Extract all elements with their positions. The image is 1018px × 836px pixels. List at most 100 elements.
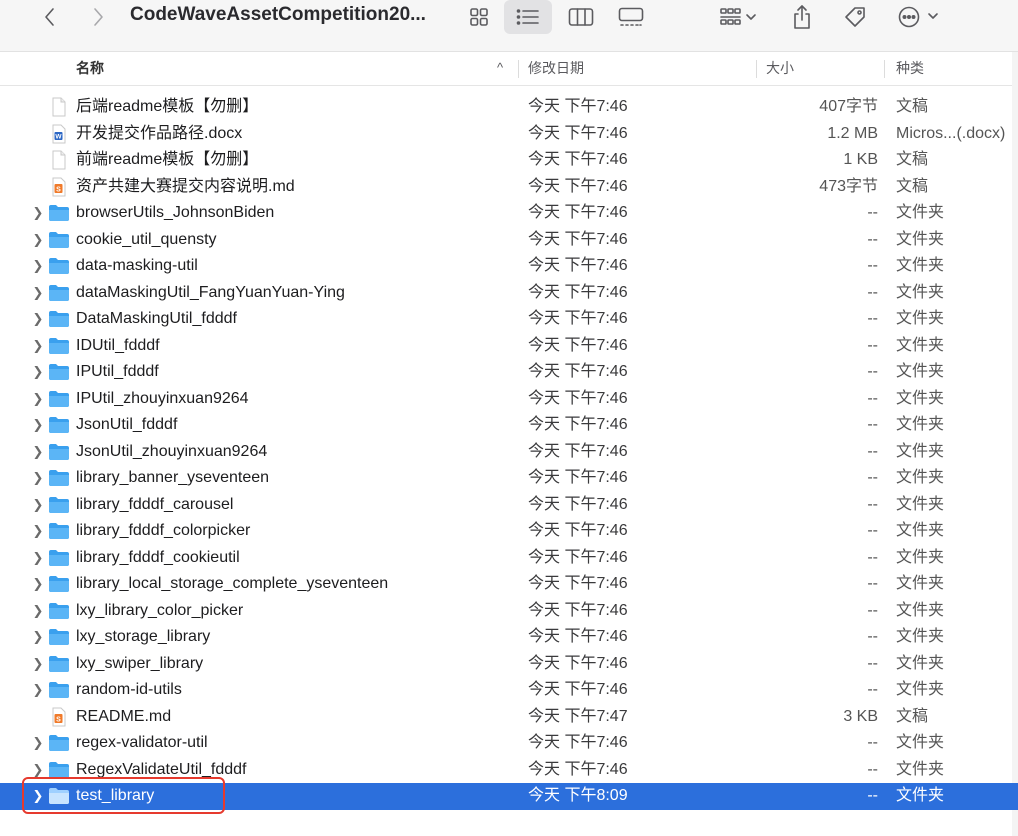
file-size: -- (867, 363, 878, 380)
disclosure-chevron-icon[interactable]: ❯ (32, 571, 44, 598)
disclosure-chevron-icon[interactable]: ❯ (32, 386, 44, 413)
file-row[interactable]: ❯ random-id-utils 今天 下午7:46 -- 文件夹 (0, 677, 1018, 704)
disclosure-chevron-icon[interactable]: ❯ (32, 624, 44, 651)
disclosure-chevron-icon[interactable]: ❯ (32, 306, 44, 333)
disclosure-chevron-icon[interactable]: ❯ (32, 280, 44, 307)
disclosure-chevron-icon[interactable]: ❯ (32, 412, 44, 439)
more-actions-button[interactable] (894, 0, 946, 34)
document-icon (48, 150, 70, 170)
tag-button[interactable] (838, 0, 872, 34)
file-size: -- (867, 389, 878, 407)
file-name: lxy_storage_library (76, 628, 211, 645)
file-name: browserUtils_JohnsonBiden (76, 204, 275, 221)
file-row[interactable]: ❯ DataMaskingUtil_fdddf 今天 下午7:46 -- 文件夹 (0, 306, 1018, 333)
file-size: -- (867, 654, 878, 672)
file-date: 今天 下午7:46 (528, 416, 628, 433)
file-row[interactable]: ❯ lxy_storage_library 今天 下午7:46 -- 文件夹 (0, 624, 1018, 651)
column-divider[interactable] (884, 60, 885, 78)
forward-button[interactable] (84, 0, 112, 34)
disclosure-chevron-icon[interactable]: ❯ (32, 598, 44, 625)
column-name[interactable]: 名称 (76, 52, 104, 86)
column-date[interactable]: 修改日期 (528, 52, 584, 86)
file-kind: 文稿 (896, 707, 929, 725)
file-name: lxy_swiper_library (76, 654, 204, 672)
file-row[interactable]: ❯ browserUtils_JohnsonBiden 今天 下午7:46 -- 文件夹 (0, 200, 1018, 227)
disclosure-chevron-icon[interactable]: ❯ (32, 359, 44, 386)
folder-icon (48, 627, 70, 647)
file-row[interactable]: ❯ regex-validator-util 今天 下午7:46 -- 文件夹 (0, 730, 1018, 757)
disclosure-chevron-icon[interactable]: ❯ (32, 439, 44, 466)
file-kind: 文件夹 (896, 204, 945, 221)
file-row[interactable]: ❯ library_fdddf_carousel 今天 下午7:46 -- 文件夹 (0, 492, 1018, 519)
file-kind: 文件夹 (896, 787, 945, 804)
markdown-file-icon: S (48, 707, 70, 727)
folder-icon (48, 601, 70, 621)
file-date: 今天 下午7:46 (528, 628, 628, 645)
file-size: -- (867, 416, 878, 433)
file-kind: 文稿 (896, 177, 929, 195)
disclosure-chevron-icon[interactable]: ❯ (32, 227, 44, 254)
file-row[interactable]: 后端readme模板【勿删】 今天 下午7:46 407字节 文稿 (0, 94, 1018, 121)
list-view-icon (516, 9, 539, 25)
disclosure-chevron-icon[interactable]: ❯ (32, 518, 44, 545)
file-row[interactable]: ❯ JsonUtil_fdddf 今天 下午7:46 -- 文件夹 (0, 412, 1018, 439)
file-row[interactable]: ❯ library_local_storage_complete_ysevente… (0, 571, 1018, 598)
file-size: -- (867, 548, 878, 566)
file-row[interactable]: ❯ IDUtil_fdddf 今天 下午7:46 -- 文件夹 (0, 333, 1018, 360)
column-kind[interactable]: 种类 (896, 52, 924, 86)
file-row[interactable]: ❯ JsonUtil_zhouyinxuan9264 今天 下午7:46 -- 文件夹 (0, 439, 1018, 466)
back-button[interactable] (36, 0, 64, 34)
file-row[interactable]: ❯ cookie_util_quensty 今天 下午7:46 -- 文件夹 (0, 227, 1018, 254)
file-row[interactable]: ❯ IPUtil_fdddf 今天 下午7:46 -- 文件夹 (0, 359, 1018, 386)
file-row[interactable]: ❯ library_fdddf_colorpicker 今天 下午7:46 -- 文件夹 (0, 518, 1018, 545)
file-date: 今天 下午7:46 (528, 230, 628, 248)
disclosure-chevron-icon[interactable]: ❯ (32, 730, 44, 757)
file-row[interactable]: ❯ lxy_library_color_picker 今天 下午7:46 -- 文件夹 (0, 598, 1018, 625)
column-divider[interactable] (518, 60, 519, 78)
file-row[interactable]: ❯ lxy_swiper_library 今天 下午7:46 -- 文件夹 (0, 651, 1018, 678)
gallery-view-button[interactable] (612, 0, 650, 34)
file-kind: 文件夹 (896, 548, 945, 566)
file-row[interactable]: ❯ IPUtil_zhouyinxuan9264 今天 下午7:46 -- 文件夹 (0, 386, 1018, 413)
folder-icon (48, 654, 70, 674)
file-kind: 文件夹 (896, 522, 945, 539)
disclosure-chevron-icon[interactable]: ❯ (32, 200, 44, 227)
file-row[interactable]: 前端readme模板【勿删】 今天 下午7:46 1 KB 文稿 (0, 147, 1018, 174)
file-row[interactable]: ❯ library_fdddf_cookieutil 今天 下午7:46 -- 文件夹 (0, 545, 1018, 572)
file-kind: 文件夹 (896, 628, 945, 645)
list-view-button[interactable] (504, 0, 552, 34)
disclosure-chevron-icon[interactable]: ❯ (32, 333, 44, 360)
svg-text:W: W (55, 133, 62, 140)
group-by-button[interactable] (712, 0, 764, 34)
file-kind: 文件夹 (896, 389, 945, 407)
disclosure-chevron-icon[interactable]: ❯ (32, 465, 44, 492)
column-size[interactable]: 大小 (766, 52, 794, 86)
share-icon (794, 5, 810, 29)
disclosure-chevron-icon[interactable]: ❯ (32, 677, 44, 704)
file-date: 今天 下午7:46 (528, 363, 628, 380)
file-kind: 文稿 (896, 98, 929, 115)
folder-icon (48, 495, 70, 515)
file-kind: 文件夹 (896, 575, 945, 592)
file-row[interactable]: ❯ data-masking-util 今天 下午7:46 -- 文件夹 (0, 253, 1018, 280)
disclosure-chevron-icon[interactable]: ❯ (32, 545, 44, 572)
icon-view-button[interactable] (462, 0, 496, 34)
file-row[interactable]: ❯ dataMaskingUtil_FangYuanYuan-Ying 今天 下午7… (0, 280, 1018, 307)
file-kind: 文件夹 (896, 416, 945, 433)
disclosure-chevron-icon[interactable]: ❯ (32, 651, 44, 678)
folder-icon (48, 521, 70, 541)
file-date: 今天 下午8:09 (528, 787, 628, 804)
column-divider[interactable] (756, 60, 757, 78)
chevron-left-icon (45, 8, 54, 26)
file-row[interactable]: S README.md 今天 下午7:47 3 KB 文稿 (0, 704, 1018, 731)
file-row[interactable]: S 资产共建大赛提交内容说明.md 今天 下午7:46 473字节 文稿 (0, 174, 1018, 201)
file-row[interactable]: W 开发提交作品路径.docx 今天 下午7:46 1.2 MB Micros...(.… (0, 121, 1018, 148)
file-row[interactable]: ❯ library_banner_yseventeen 今天 下午7:46 -- 文件夹 (0, 465, 1018, 492)
group-icon (720, 8, 756, 25)
file-size: -- (867, 601, 878, 619)
share-button[interactable] (786, 0, 818, 34)
column-view-button[interactable] (562, 0, 600, 34)
disclosure-chevron-icon[interactable]: ❯ (32, 253, 44, 280)
disclosure-chevron-icon[interactable]: ❯ (32, 492, 44, 519)
tag-icon (845, 7, 865, 27)
